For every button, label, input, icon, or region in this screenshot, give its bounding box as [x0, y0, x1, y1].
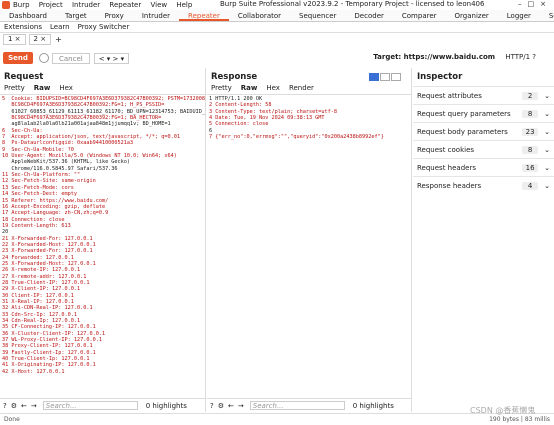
help-icon[interactable]: ?: [3, 402, 7, 410]
inspector-row-label: Request query parameters: [417, 109, 511, 118]
inspector-row-label: Request body parameters: [417, 127, 508, 136]
menu-burp[interactable]: Burp: [13, 1, 30, 9]
response-search-bar: ? ⚙ ← → Search... 0 highlights: [207, 398, 411, 412]
tab-logger[interactable]: Logger: [498, 10, 540, 21]
response-view-tabs: Pretty Raw Hex Render: [207, 82, 411, 95]
sub-tabs: Extensions Learn Proxy Switcher: [0, 22, 554, 33]
inspector-panel: Inspector Request attributes 2 ⌄ Request qu…: [413, 68, 554, 412]
inspector-row-label: Request cookies: [417, 145, 475, 154]
request-tab-raw[interactable]: Raw: [34, 84, 51, 92]
back-arrow-icon[interactable]: ←: [21, 402, 27, 410]
inspector-row-count: 16: [522, 163, 539, 172]
chevron-down-icon[interactable]: ⌄: [544, 110, 550, 118]
gear-icon[interactable]: ⚙: [11, 402, 17, 410]
repeater-tabs: 1 × 2 × +: [0, 34, 554, 45]
inspector-row-count: 8: [522, 145, 539, 154]
menu-view[interactable]: View: [150, 1, 167, 9]
menu-help[interactable]: Help: [176, 1, 192, 9]
back-arrow-icon[interactable]: ←: [228, 402, 234, 410]
inspector-row-count: 8: [522, 109, 539, 118]
tab-settings[interactable]: Settings: [540, 10, 554, 21]
tab-repeater[interactable]: Repeater: [179, 10, 229, 21]
request-search-input[interactable]: Search...: [42, 401, 138, 410]
response-pane: Response Pretty Raw Hex Render 1 HTTP/1.…: [207, 68, 412, 412]
tab-collaborator[interactable]: Collaborator: [229, 10, 290, 21]
request-search-bar: ? ⚙ ← → Search... 0 highlights: [0, 398, 205, 412]
gear-icon[interactable]: ⚙: [218, 402, 224, 410]
inspector-row-label: Response headers: [417, 181, 482, 190]
response-tab-render[interactable]: Render: [289, 84, 314, 92]
response-tab-pretty[interactable]: Pretty: [211, 84, 232, 92]
window-title: Burp Suite Professional v2023.9.2 - Temp…: [220, 0, 485, 8]
response-search-input[interactable]: Search...: [249, 401, 345, 410]
menu-intruder[interactable]: Intruder: [72, 1, 100, 9]
request-tab-pretty[interactable]: Pretty: [4, 84, 25, 92]
chevron-down-icon[interactable]: ⌄: [544, 164, 550, 172]
send-button[interactable]: Send: [3, 52, 33, 64]
cancel-button[interactable]: Cancel: [52, 52, 90, 64]
history-nav[interactable]: < ▾ > ▾: [93, 52, 130, 64]
menu-repeater[interactable]: Repeater: [109, 1, 141, 9]
tab-learn[interactable]: Learn: [46, 22, 74, 32]
tab-decoder[interactable]: Decoder: [345, 10, 392, 21]
req-line: 42 X-Host: 127.0.0.1: [2, 368, 65, 375]
resp-line: 7 {"err_no":0,"errmsg":"","queryid":"0x2…: [209, 134, 384, 141]
http-version[interactable]: HTTP/1 ?: [505, 53, 536, 61]
inspector-row-label: Request attributes: [417, 91, 482, 100]
inspector-row[interactable]: Response headers 4 ⌄: [413, 176, 554, 194]
inspector-row[interactable]: Request headers 16 ⌄: [413, 158, 554, 176]
tab-sequencer[interactable]: Sequencer: [290, 10, 345, 21]
menu-project[interactable]: Project: [39, 1, 63, 9]
watermark: CSDN @香蕉懒鬼: [470, 406, 536, 415]
tab-target[interactable]: Target: [56, 10, 96, 21]
inspector-title: Inspector: [417, 72, 463, 82]
request-editor[interactable]: 5 Cookie: BIDUPSID=BC98CD4F697A3E6D37938…: [0, 95, 205, 376]
chevron-down-icon[interactable]: ⌄: [544, 146, 550, 154]
help-icon[interactable]: ?: [210, 402, 214, 410]
target-url[interactable]: Target: https://www.baidu.com: [373, 53, 495, 61]
response-tab-hex[interactable]: Hex: [266, 84, 280, 92]
inspector-row[interactable]: Request attributes 2 ⌄: [413, 86, 554, 104]
inspector-row-count: 4: [522, 181, 539, 190]
response-tab-raw[interactable]: Raw: [241, 84, 258, 92]
forward-arrow-icon[interactable]: →: [31, 402, 37, 410]
add-tab-button[interactable]: +: [55, 35, 62, 44]
inspector-row[interactable]: Request query parameters 8 ⌄: [413, 104, 554, 122]
chevron-down-icon[interactable]: ⌄: [544, 92, 550, 100]
inspector-row-label: Request headers: [417, 163, 476, 172]
chevron-down-icon[interactable]: ⌄: [544, 128, 550, 136]
request-highlights: 0 highlights: [145, 401, 187, 410]
window-controls[interactable]: –□×: [518, 0, 552, 8]
tab-organizer[interactable]: Organizer: [446, 10, 498, 21]
response-title: Response: [211, 72, 258, 82]
main-tabs: Dashboard Target Proxy Intruder Repeater…: [0, 10, 554, 22]
repeater-tab-2[interactable]: 2 ×: [28, 34, 52, 45]
target-label: Target: https://www.baidu.com HTTP/1 ?: [373, 53, 536, 61]
tab-extensions[interactable]: Extensions: [0, 22, 46, 32]
response-viewer[interactable]: 1 HTTP/1.1 200 OK 2 Content-Length: 58 3 C…: [207, 95, 411, 141]
gear-icon[interactable]: [39, 53, 49, 63]
title-bar: Burp Project Intruder Repeater View Help…: [0, 0, 554, 10]
tab-proxy[interactable]: Proxy: [96, 10, 133, 21]
chevron-down-icon[interactable]: ⌄: [544, 182, 550, 190]
status-left: Done: [4, 416, 20, 423]
request-view-tabs: Pretty Raw Hex: [0, 82, 205, 95]
request-tab-hex[interactable]: Hex: [59, 84, 73, 92]
repeater-tab-1[interactable]: 1 ×: [3, 34, 26, 45]
tab-comparer[interactable]: Comparer: [393, 10, 446, 21]
request-title: Request: [4, 72, 44, 82]
inspector-row-count: 23: [522, 127, 539, 136]
tab-intruder[interactable]: Intruder: [133, 10, 179, 21]
status-right: 190 bytes | 83 millis: [489, 416, 550, 423]
inspector-row[interactable]: Request cookies 8 ⌄: [413, 140, 554, 158]
forward-arrow-icon[interactable]: →: [238, 402, 244, 410]
inspector-row-count: 2: [522, 91, 539, 100]
response-highlights: 0 highlights: [352, 401, 394, 410]
menu-bar: Burp Project Intruder Repeater View Help: [13, 1, 199, 9]
request-pane: Request Pretty Raw Hex 5 Cookie: BIDUPSI…: [0, 68, 206, 412]
tab-proxy-switcher[interactable]: Proxy Switcher: [74, 22, 134, 32]
burp-logo-icon: [2, 1, 10, 9]
inspector-row[interactable]: Request body parameters 23 ⌄: [413, 122, 554, 140]
tab-dashboard[interactable]: Dashboard: [0, 10, 56, 21]
